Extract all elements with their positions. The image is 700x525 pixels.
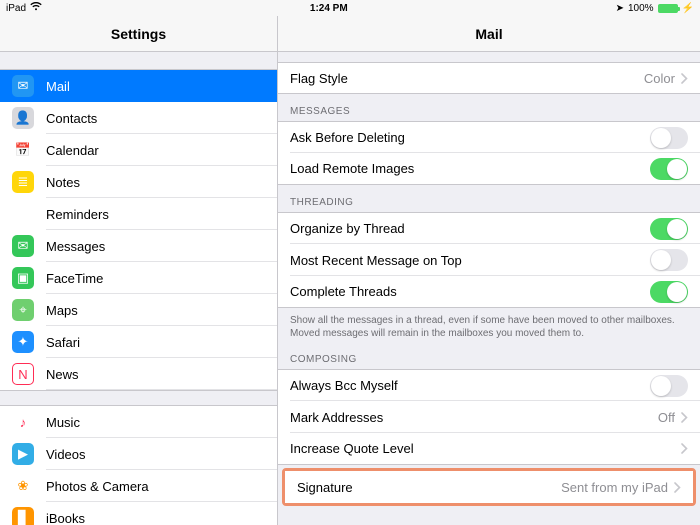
row-value: Color: [644, 71, 675, 86]
sidebar-item-contacts[interactable]: 👤 Contacts: [0, 102, 277, 134]
sidebar-item-mail[interactable]: ✉ Mail: [0, 70, 277, 102]
sidebar-title: Settings: [0, 16, 277, 52]
sidebar-item-label: FaceTime: [46, 271, 103, 286]
row-label: Mark Addresses: [290, 410, 658, 425]
status-time: 1:24 PM: [310, 3, 348, 14]
sidebar-item-news[interactable]: N News: [0, 358, 277, 390]
row-flag-style[interactable]: Flag Style Color: [278, 62, 700, 94]
sidebar-item-label: Calendar: [46, 143, 99, 158]
location-icon: ➤: [616, 3, 624, 14]
sidebar: Settings ✉ Mail 👤 Contacts 📅 Calendar ≣ Notes ≡ R…: [0, 16, 278, 525]
sidebar-item-notes[interactable]: ≣ Notes: [0, 166, 277, 198]
group-header-messages: MESSAGES: [278, 94, 700, 121]
charging-icon: ⚡: [682, 3, 694, 14]
battery-icon: [658, 4, 678, 13]
contacts-icon: 👤: [12, 107, 34, 129]
sidebar-item-label: Videos: [46, 447, 86, 462]
sidebar-item-label: Maps: [46, 303, 78, 318]
sidebar-item-facetime[interactable]: ▣ FaceTime: [0, 262, 277, 294]
switch-most-recent-on-top[interactable]: [650, 249, 688, 271]
row-label: Complete Threads: [290, 284, 650, 299]
group-footer-threading: Show all the messages in a thread, even …: [278, 308, 700, 342]
row-value: Off: [658, 410, 675, 425]
row-label: Ask Before Deleting: [290, 130, 650, 145]
switch-always-bcc[interactable]: [650, 375, 688, 397]
sidebar-item-photos-camera[interactable]: ❀ Photos & Camera: [0, 470, 277, 502]
row-label: Increase Quote Level: [290, 441, 675, 456]
videos-icon: ▶: [12, 443, 34, 465]
row-label: Load Remote Images: [290, 161, 650, 176]
row-label: Always Bcc Myself: [290, 378, 650, 393]
sidebar-item-maps[interactable]: ⌖ Maps: [0, 294, 277, 326]
switch-complete-threads[interactable]: [650, 281, 688, 303]
sidebar-item-label: Mail: [46, 79, 70, 94]
sidebar-item-label: Safari: [46, 335, 80, 350]
chevron-right-icon: [674, 482, 681, 493]
sidebar-item-videos[interactable]: ▶ Videos: [0, 438, 277, 470]
row-label: Flag Style: [290, 71, 644, 86]
sidebar-item-label: Reminders: [46, 207, 109, 222]
sidebar-item-ibooks[interactable]: ▊ iBooks: [0, 502, 277, 525]
sidebar-item-calendar[interactable]: 📅 Calendar: [0, 134, 277, 166]
safari-icon: ✦: [12, 331, 34, 353]
row-organize-by-thread[interactable]: Organize by Thread: [278, 212, 700, 244]
chevron-right-icon: [681, 443, 688, 454]
row-mark-addresses[interactable]: Mark Addresses Off: [278, 401, 700, 433]
status-bar: iPad 1:24 PM ➤ 100% ⚡: [0, 0, 700, 16]
switch-organize-by-thread[interactable]: [650, 218, 688, 240]
sidebar-item-label: Photos & Camera: [46, 479, 149, 494]
chevron-right-icon: [681, 412, 688, 423]
sidebar-item-reminders[interactable]: ≡ Reminders: [0, 198, 277, 230]
sidebar-item-label: iBooks: [46, 511, 85, 525]
row-value: Sent from my iPad: [561, 480, 668, 495]
wifi-icon: [30, 2, 42, 14]
mail-icon: ✉: [12, 75, 34, 97]
music-icon: ♪: [12, 411, 34, 433]
row-always-bcc[interactable]: Always Bcc Myself: [278, 369, 700, 401]
news-icon: N: [12, 363, 34, 385]
chevron-right-icon: [681, 73, 688, 84]
sidebar-item-label: Messages: [46, 239, 105, 254]
row-signature[interactable]: Signature Sent from my iPad: [285, 471, 693, 503]
row-ask-before-deleting[interactable]: Ask Before Deleting: [278, 121, 700, 153]
maps-icon: ⌖: [12, 299, 34, 321]
ibooks-icon: ▊: [12, 507, 34, 525]
battery-percent: 100%: [628, 3, 654, 14]
detail-pane: Mail Flag Style Color MESSAGES Ask Befor…: [278, 16, 700, 525]
detail-title: Mail: [278, 16, 700, 52]
row-label: Most Recent Message on Top: [290, 253, 650, 268]
sidebar-item-label: Contacts: [46, 111, 97, 126]
sidebar-item-music[interactable]: ♪ Music: [0, 406, 277, 438]
row-load-remote-images[interactable]: Load Remote Images: [278, 153, 700, 185]
signature-highlight: Signature Sent from my iPad: [282, 468, 696, 506]
facetime-icon: ▣: [12, 267, 34, 289]
switch-load-remote-images[interactable]: [650, 158, 688, 180]
row-increase-quote[interactable]: Increase Quote Level: [278, 433, 700, 465]
group-header-threading: THREADING: [278, 185, 700, 212]
row-complete-threads[interactable]: Complete Threads: [278, 276, 700, 308]
calendar-icon: 📅: [12, 139, 34, 161]
sidebar-item-messages[interactable]: ✉ Messages: [0, 230, 277, 262]
row-most-recent-on-top[interactable]: Most Recent Message on Top: [278, 244, 700, 276]
sidebar-item-label: Music: [46, 415, 80, 430]
switch-ask-before-deleting[interactable]: [650, 127, 688, 149]
notes-icon: ≣: [12, 171, 34, 193]
messages-icon: ✉: [12, 235, 34, 257]
photos-camera-icon: ❀: [12, 475, 34, 497]
row-label: Organize by Thread: [290, 221, 650, 236]
device-label: iPad: [6, 3, 26, 14]
sidebar-item-safari[interactable]: ✦ Safari: [0, 326, 277, 358]
group-header-composing: COMPOSING: [278, 342, 700, 369]
row-label: Signature: [297, 480, 561, 495]
reminders-icon: ≡: [12, 203, 34, 225]
sidebar-item-label: News: [46, 367, 79, 382]
sidebar-item-label: Notes: [46, 175, 80, 190]
